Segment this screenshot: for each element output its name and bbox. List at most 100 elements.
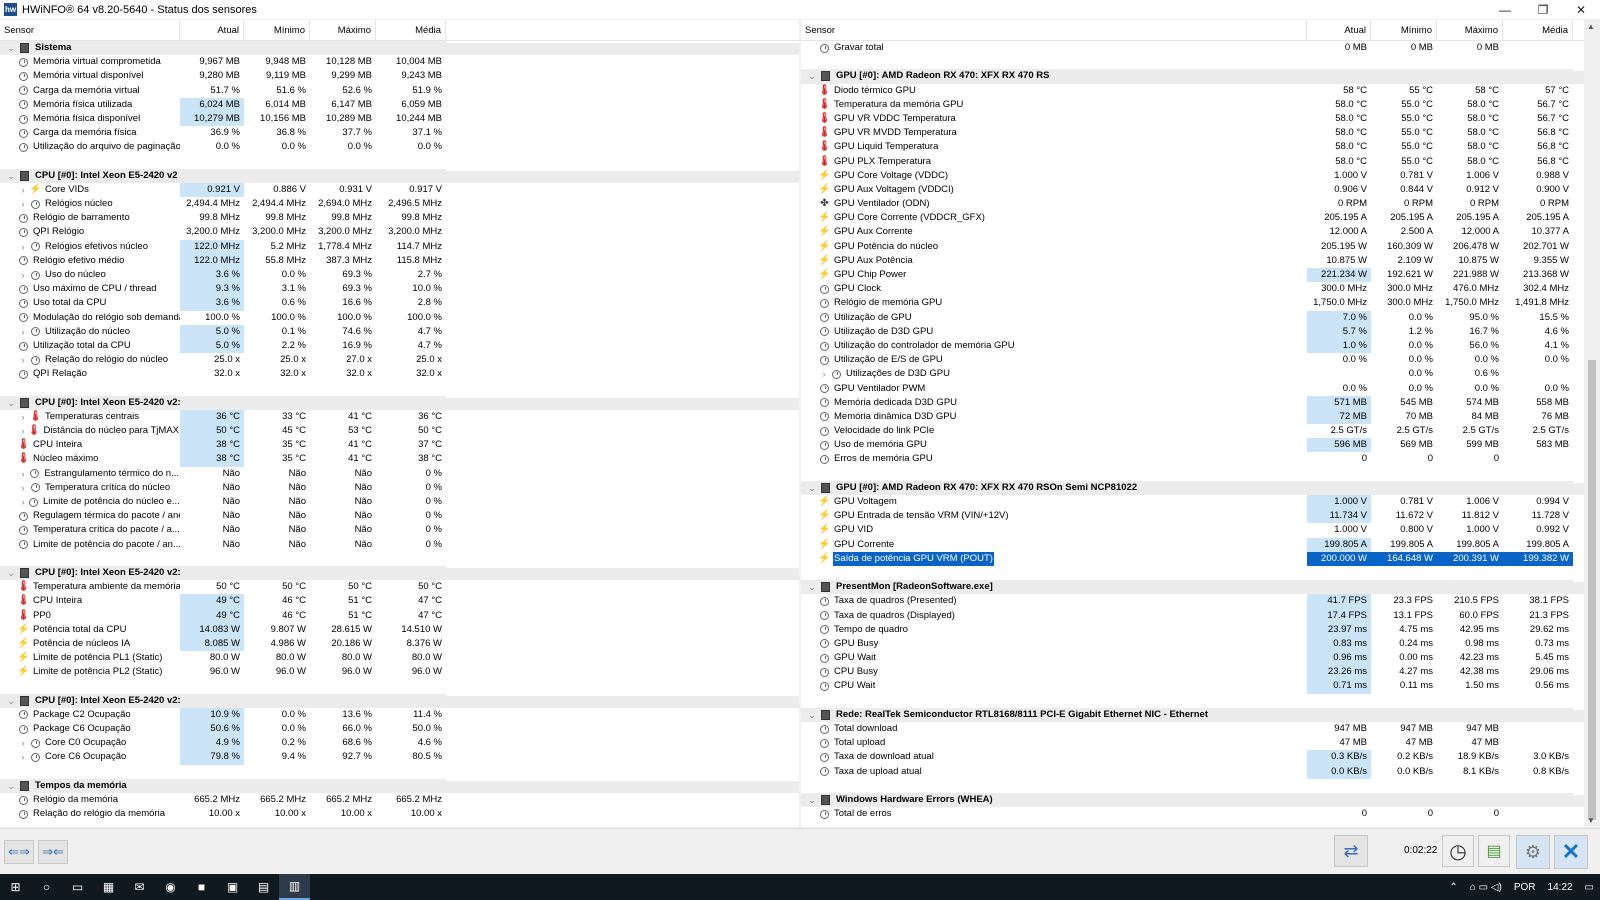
sensor-row[interactable]: › Core C6 Ocupação 79.8 % 9.4 % 92.7 % 80.5 % (0, 750, 799, 765)
sensor-row[interactable]: 🌡 GPU Liquid Temperatura 58.0 °C 55.0 °C 58.… (801, 140, 1584, 154)
col-current[interactable]: Atual (180, 20, 244, 41)
col-max[interactable]: Máximo (310, 20, 376, 41)
vertical-scrollbar[interactable]: ▲ ▼ (1584, 20, 1600, 827)
expand-chevron-icon[interactable]: › (18, 325, 28, 339)
sensor-row[interactable]: Modulação do relógio sob demanda 100.0 % 1… (0, 311, 799, 325)
tray-status-icons[interactable]: ⌂ ▭ ◁) (1464, 882, 1508, 893)
sensor-row[interactable]: ⚡ GPU Entrada de tensão VRM (VIN/+12V) 11.… (801, 509, 1584, 524)
sensor-row[interactable]: ⚡ Potência total da CPU 14.083 W 9.807 W 28.… (0, 622, 799, 637)
network-icon[interactable]: ⇄ (1334, 835, 1368, 867)
sensor-row[interactable]: 🌡 Temperatura da memória GPU 58.0 °C 55.0 °… (801, 98, 1584, 112)
collapse-chevron-icon[interactable]: ⌄ (807, 69, 817, 83)
sensor-row[interactable]: ⚡ Saída de potência GPU VRM (POUT) 200.000… (801, 551, 1584, 566)
expand-chevron-icon[interactable]: › (819, 367, 829, 381)
sensor-row[interactable]: Uso máximo de CPU / thread 9.3 % 3.1 % 69.3… (0, 282, 799, 297)
scroll-up-icon[interactable]: ▲ (1587, 22, 1595, 31)
sensor-row[interactable]: GPU Clock 300.0 MHz 300.0 MHz 476.0 MHz 302.… (801, 282, 1584, 296)
sensor-row[interactable]: ✤ GPU Ventilador (ODN) 0 RPM 0 RPM 0 RPM 0 RP… (801, 197, 1584, 211)
scroll-down-icon[interactable]: ▼ (1587, 816, 1595, 825)
sensor-row[interactable]: Total upload 47 MB 47 MB 47 MB (801, 736, 1584, 750)
expand-chevron-icon[interactable]: › (18, 410, 28, 424)
sensor-row[interactable]: Memória física disponível 10,279 MB 10,156… (0, 111, 799, 127)
col-sensor[interactable]: Sensor (0, 20, 180, 41)
col-current[interactable]: Atual (1307, 20, 1371, 41)
sensor-row[interactable]: Carga da memória física 36.9 % 36.8 % 37.7 … (0, 126, 799, 140)
sensor-row[interactable]: Relógio da memória 665.2 MHz 665.2 MHz 665.… (0, 793, 799, 807)
expand-chevron-icon[interactable]: › (18, 750, 28, 764)
sensor-row[interactable]: › Limite de potência do núcleo e... Não Não… (0, 495, 799, 509)
sensor-row[interactable]: Utilização de GPU 7.0 % 0.0 % 95.0 % 15.5 % (801, 310, 1584, 325)
sensor-row[interactable]: Memória física utilizada 6,024 MB 6,014 MB… (0, 97, 799, 112)
sensor-row[interactable]: ⚡ Limite de potência PL1 (Static) 80.0 W 80… (0, 651, 799, 665)
sensor-row[interactable]: Relógio efetivo médio 122.0 MHz 55.8 MHz 38… (0, 253, 799, 268)
collapse-chevron-icon[interactable]: ⌄ (807, 793, 817, 807)
sensor-row[interactable]: › Core C0 Ocupação 4.9 % 0.2 % 68.6 % 4.6 % (0, 736, 799, 751)
sensor-row[interactable]: Total de erros 0 0 0 (801, 807, 1584, 821)
sensor-row[interactable]: 🌡 CPU Inteira 38 °C 35 °C 41 °C 37 °C (0, 438, 799, 453)
sensor-row[interactable]: ⚡ GPU Core Voltage (VDDC) 1.000 V 0.781 V 1.… (801, 169, 1584, 183)
sensor-row[interactable]: Erros de memória GPU 0 0 0 (801, 452, 1584, 466)
sensor-row[interactable]: ⚡ GPU VID 1.000 V 0.800 V 1.000 V 0.992 V (801, 523, 1584, 537)
sensor-row[interactable]: Relógio de barramento 99.8 MHz 99.8 MHz 99.… (0, 211, 799, 225)
sensor-row[interactable]: Memória virtual disponível 9,280 MB 9,119 … (0, 69, 799, 83)
sensor-row[interactable]: Taxa de quadros (Presented) 41.7 FPS 23.3 … (801, 594, 1584, 609)
close-sensors-button[interactable]: ✕ (1554, 835, 1588, 869)
expand-chevron-icon[interactable]: › (18, 353, 28, 367)
sensor-row[interactable]: QPI Relógio 3,200.0 MHz 3,200.0 MHz 3,200.0… (0, 225, 799, 239)
sensor-row[interactable]: 🌡 CPU Inteira 49 °C 46 °C 51 °C 47 °C (0, 594, 799, 609)
search-icon[interactable]: ○ (31, 874, 62, 900)
sensor-row[interactable]: 🌡 PP0 49 °C 46 °C 51 °C 47 °C (0, 608, 799, 623)
reset-clock-icon[interactable]: ◷ (1442, 835, 1474, 867)
sensor-row[interactable]: Total download 947 MB 947 MB 947 MB (801, 722, 1584, 736)
sensor-row[interactable]: › Temperatura crítica do núcleo Não Não Não 0… (0, 481, 799, 495)
sensor-group-header[interactable]: ⌄ CPU [#0]: Intel Xeon E5-2420 v2: DTS (0, 395, 799, 410)
expand-panels-button[interactable]: ⇐⇒ (4, 840, 34, 864)
sensor-row[interactable]: Memória dedicada D3D GPU 571 MB 545 MB 574 … (801, 395, 1584, 410)
expand-chevron-icon[interactable]: › (18, 424, 28, 438)
sensor-row[interactable]: ⚡ Limite de potência PL2 (Static) 96.0 W 96… (0, 665, 799, 679)
sensor-row[interactable]: › 🌡 Temperaturas centrais 36 °C 33 °C 41 °C 36… (0, 409, 799, 425)
expand-chevron-icon[interactable]: › (18, 736, 28, 750)
expand-chevron-icon[interactable]: › (18, 197, 28, 211)
collapse-chevron-icon[interactable]: ⌄ (6, 779, 16, 793)
sensor-row[interactable]: Velocidade do link PCIe 2.5 GT/s 2.5 GT/s 2… (801, 424, 1584, 438)
col-max[interactable]: Máximo (1437, 20, 1503, 41)
sensor-row[interactable]: › ⚡ Core VIDs 0.921 V 0.886 V 0.931 V 0.917 V (0, 182, 799, 198)
sensor-row[interactable]: › Relógios núcleo 2,494.4 MHz 2,494.4 MHz 2,… (0, 197, 799, 211)
sensor-group-header[interactable]: ⌄ CPU [#0]: Intel Xeon E5-2420 v2 (0, 168, 799, 183)
taskbar-app-chrome[interactable]: ◉ (155, 874, 186, 900)
sensor-row[interactable]: Gravar total 0 MB 0 MB 0 MB (801, 41, 1584, 55)
sensor-row[interactable]: Limite de potência do pacote / an... Não N… (0, 538, 799, 552)
sensor-group-header[interactable]: ⌄ Rede: RealTek Semiconductor RTL8168/811… (801, 707, 1584, 722)
expand-chevron-icon[interactable]: › (18, 467, 28, 481)
sensor-panel-left[interactable]: Sensor Atual Mínimo Máximo Média ⌄ Sistem… (0, 20, 799, 827)
sensor-row[interactable]: Carga da memória virtual 51.7 % 51.6 % 52.6… (0, 84, 799, 98)
sensor-group-header[interactable]: ⌄ PresentMon [RadeonSoftware.exe] (801, 580, 1584, 595)
taskbar-app-6[interactable]: ▣ (217, 874, 248, 900)
sensor-row[interactable]: Regulagem térmica do pacote / anel Não Não… (0, 509, 799, 523)
logging-report-icon[interactable]: ▤ (1478, 835, 1510, 867)
sensor-row[interactable]: › Uso do núcleo 3.6 % 0.0 % 69.3 % 2.7 % (0, 268, 799, 283)
collapse-panels-button[interactable]: ⇒⇐ (38, 840, 68, 864)
sensor-row[interactable]: QPI Relação 32.0 x 32.0 x 32.0 x 32.0 x (0, 367, 799, 381)
col-min[interactable]: Mínimo (244, 20, 310, 41)
sensor-row[interactable]: GPU Ventilador PWM 0.0 % 0.0 % 0.0 % 0.0 % (801, 382, 1584, 396)
sensor-row[interactable]: ⚡ GPU Voltagem 1.000 V 0.781 V 1.006 V 0.994 … (801, 495, 1584, 510)
notification-icon[interactable]: ▭ (1579, 882, 1600, 893)
sensor-row[interactable]: Package C2 Ocupação 10.9 % 0.0 % 13.6 % 11.4… (0, 707, 799, 722)
collapse-chevron-icon[interactable]: ⌄ (807, 708, 817, 722)
collapse-chevron-icon[interactable]: ⌄ (6, 41, 16, 55)
sensor-row[interactable]: › 🌡 Distância do núcleo para TjMAX 50 °C 45 … (0, 424, 799, 439)
sensor-group-header[interactable]: ⌄ CPU [#0]: Intel Xeon E5-2420 v2: Enhanc… (0, 565, 799, 581)
collapse-chevron-icon[interactable]: ⌄ (6, 566, 16, 580)
sensor-row[interactable]: 🌡 Núcleo máximo 38 °C 35 °C 41 °C 38 °C (0, 452, 799, 467)
sensor-row[interactable]: ⚡ GPU Aux Corrente 12.000 A 2.500 A 12.000 A… (801, 225, 1584, 239)
sensor-group-header[interactable]: ⌄ Windows Hardware Errors (WHEA) (801, 792, 1584, 808)
sensor-row[interactable]: Utilização de E/S de GPU 0.0 % 0.0 % 0.0 % 0… (801, 353, 1584, 367)
col-sensor[interactable]: Sensor (801, 20, 1307, 41)
sensor-row[interactable]: Uso de memória GPU 596 MB 569 MB 599 MB 583 … (801, 438, 1584, 453)
sensor-row[interactable]: Relação do relógio da memória 10.00 x 10.0… (0, 807, 799, 821)
sensor-row[interactable]: CPU Busy 23.26 ms 4.27 ms 42.38 ms 29.06 ms (801, 665, 1584, 680)
sensor-row[interactable]: Utilização de D3D GPU 5.7 % 1.2 % 16.7 % 4.6… (801, 324, 1584, 339)
sensor-row[interactable]: Relógio de memória GPU 1,750.0 MHz 300.0 M… (801, 296, 1584, 310)
